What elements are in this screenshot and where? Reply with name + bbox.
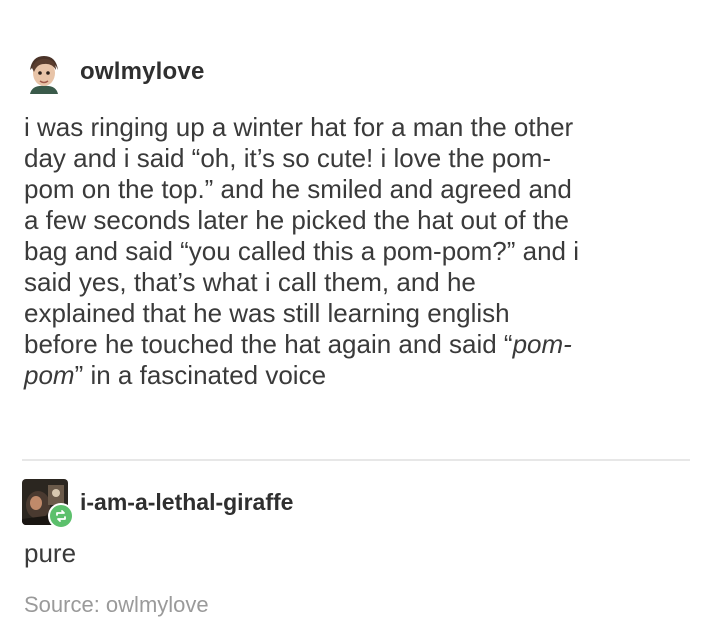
body-line: said yes, that’s what i call them, and h… — [24, 267, 476, 297]
body-line-mixed: before he touched the hat again and said… — [24, 329, 684, 360]
body-line-mixed: pom” in a fascinated voice — [24, 360, 684, 391]
reblog-glyph — [56, 510, 66, 522]
avatar-image — [22, 50, 66, 94]
reblog-author[interactable]: i-am-a-lethal-giraffe — [80, 489, 293, 516]
body-line: day and i said “oh, it’s so cute! i love… — [24, 143, 552, 173]
reblog-comment: pure — [24, 538, 77, 568]
body-line: i was ringing up a winter hat for a man … — [24, 112, 574, 142]
reblog-avatar-wrap — [22, 479, 74, 529]
body-text-fragment: before he touched the hat again and said… — [24, 329, 513, 359]
post-author[interactable]: owlmylove — [80, 58, 205, 86]
post-body: i was ringing up a winter hat for a man … — [24, 112, 684, 391]
avatar[interactable] — [22, 50, 66, 94]
italic-text: pom — [24, 360, 75, 390]
italic-text: pom- — [512, 329, 572, 359]
source-link[interactable]: Source: owlmylove — [24, 592, 209, 618]
body-text-fragment: ” in a fascinated voice — [74, 360, 327, 390]
divider — [22, 459, 690, 461]
body-line: a few seconds later he picked the hat ou… — [24, 205, 569, 235]
reblog-icon — [48, 503, 74, 529]
body-line: pom on the top.” and he smiled and agree… — [24, 174, 572, 204]
body-line: explained that he was still learning eng… — [24, 298, 510, 328]
tumblr-post: owlmylove i was ringing up a winter hat … — [0, 0, 720, 634]
body-line: bag and said “you called this a pom-pom?… — [24, 236, 579, 266]
post-header: owlmylove — [22, 48, 205, 96]
reblog-header: i-am-a-lethal-giraffe — [22, 478, 293, 529]
